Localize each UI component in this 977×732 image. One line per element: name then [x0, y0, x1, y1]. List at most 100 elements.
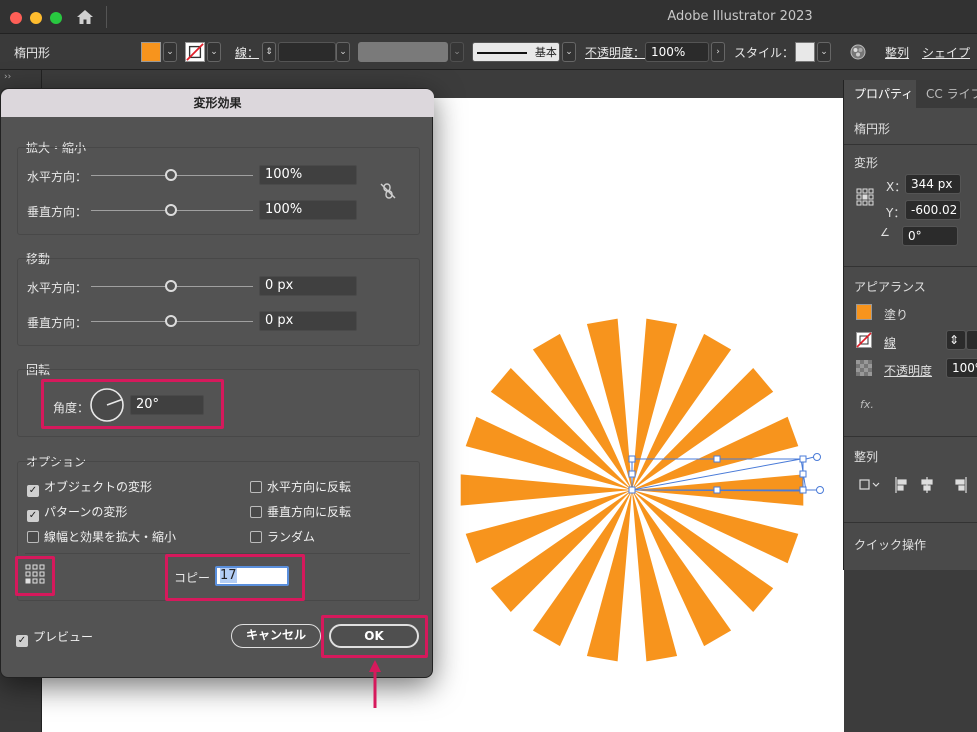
align-buttons[interactable] [858, 476, 977, 494]
appearance-opacity-input[interactable]: 100% [946, 358, 977, 378]
panel-divider [844, 522, 977, 523]
reflect-x-option[interactable]: 水平方向に反転 [250, 478, 351, 495]
transform-objects-checkbox[interactable]: ✓ [27, 485, 39, 497]
tools-collapse-icon[interactable]: ›› [4, 72, 11, 82]
appearance-stroke-label[interactable]: 線 [884, 334, 896, 351]
preview-option[interactable]: ✓ プレビュー [16, 628, 93, 647]
move-horizontal-label: 水平方向： [27, 281, 88, 295]
shape-label[interactable]: シェイプ [922, 44, 970, 61]
transform-objects-label: オブジェクトの変形 [44, 480, 153, 494]
transform-patterns-label: パターンの変形 [44, 505, 128, 519]
move-vertical-label: 垂直方向： [27, 316, 88, 330]
scale-strokes-option[interactable]: 線幅と効果を拡大・縮小 [27, 528, 176, 545]
scale-horizontal-label: 水平方向： [27, 170, 88, 184]
scale-strokes-label: 線幅と効果を拡大・縮小 [44, 530, 177, 544]
appearance-opacity-label[interactable]: 不透明度 [884, 362, 932, 379]
copies-highlight-box [165, 554, 305, 601]
move-group [17, 258, 420, 346]
title-bar: Adobe Illustrator 2023 [0, 0, 977, 34]
opacity-label[interactable]: 不透明度： [585, 44, 645, 61]
selected-object-type: 楕円形 [14, 46, 51, 60]
move-vertical-input[interactable]: 0 px [259, 311, 357, 331]
opacity-checker-icon [856, 360, 872, 376]
scale-group [17, 147, 420, 235]
align-label[interactable]: 整列 [885, 44, 909, 61]
rotate-angle-icon: ∠ [880, 226, 890, 239]
stroke-dropdown[interactable]: ⌄ [207, 42, 221, 62]
fill-swatch[interactable] [141, 42, 161, 62]
minimize-window-button[interactable] [30, 12, 42, 24]
appearance-stroke-input[interactable] [966, 330, 977, 350]
style-label: スタイル： [734, 46, 795, 60]
cancel-button[interactable]: キャンセル [231, 624, 321, 648]
y-position-input[interactable]: -600.02 [905, 200, 961, 220]
move-vertical-slider-knob[interactable] [165, 315, 177, 327]
reflect-y-option[interactable]: 垂直方向に反転 [250, 503, 351, 520]
stroke-label: 線： [235, 46, 260, 60]
properties-panel: プロパティ CC ライブ 楕円形 変形 X： 344 px Y： -600.02… [843, 80, 977, 570]
y-label: Y： [886, 206, 906, 220]
app-title: Adobe Illustrator 2023 [667, 9, 813, 24]
move-horizontal-input[interactable]: 0 px [259, 276, 357, 296]
recolor-artwork-icon[interactable] [850, 44, 866, 60]
appearance-fill-swatch[interactable] [856, 304, 872, 320]
reflect-x-checkbox[interactable] [250, 481, 262, 493]
home-icon[interactable] [76, 9, 94, 25]
reference-point-highlight-box [15, 556, 55, 596]
sunburst-ray[interactable] [586, 318, 632, 490]
appearance-stroke-swatch[interactable] [856, 332, 872, 348]
random-label: ランダム [267, 530, 316, 544]
properties-object-type: 楕円形 [854, 122, 891, 136]
random-checkbox[interactable] [250, 531, 262, 543]
transform-section-label: 変形 [854, 156, 879, 170]
appearance-fill-label: 塗り [884, 308, 909, 322]
preview-checkbox[interactable]: ✓ [16, 635, 28, 647]
brush-definition[interactable]: 基本 [472, 42, 560, 62]
corner-widgets[interactable] [805, 453, 824, 494]
random-option[interactable]: ランダム [250, 528, 315, 545]
sunburst-ray[interactable] [632, 318, 678, 490]
brush-label: 基本 [534, 46, 557, 59]
panel-divider [844, 436, 977, 437]
dialog-title: 変形効果 [1, 89, 434, 117]
scale-vertical-input[interactable]: 100% [259, 200, 357, 220]
transform-patterns-option[interactable]: ✓ パターンの変形 [27, 503, 127, 522]
scale-strokes-checkbox[interactable] [27, 531, 39, 543]
rotate-angle-input[interactable]: 0° [902, 226, 958, 246]
opacity-input[interactable]: 100% [645, 42, 709, 62]
sunburst-ray[interactable] [632, 490, 678, 662]
stroke-weight-stepper[interactable]: ⇕ [262, 42, 276, 62]
stroke-weight-dropdown[interactable]: ⌄ [336, 42, 350, 62]
scale-horizontal-slider-knob[interactable] [165, 169, 177, 181]
scale-horizontal-input[interactable]: 100% [259, 165, 357, 185]
quick-actions-label: クイック操作 [854, 538, 927, 552]
stroke-weight-input[interactable] [278, 42, 336, 62]
tab-properties[interactable]: プロパティ [844, 80, 916, 108]
opacity-flyout[interactable]: › [711, 42, 725, 62]
x-position-input[interactable]: 344 px [905, 174, 961, 194]
stroke-none-swatch[interactable] [185, 42, 205, 62]
variable-width-profile[interactable] [358, 42, 448, 62]
fx-icon[interactable]: fx. [860, 398, 874, 411]
reflect-y-checkbox[interactable] [250, 506, 262, 518]
reflect-x-label: 水平方向に反転 [267, 480, 352, 494]
transform-objects-option[interactable]: ✓ オブジェクトの変形 [27, 478, 152, 497]
transform-patterns-checkbox[interactable]: ✓ [27, 510, 39, 522]
brush-dropdown[interactable]: ⌄ [562, 42, 576, 62]
move-horizontal-slider-knob[interactable] [165, 280, 177, 292]
reference-point-icon[interactable] [856, 188, 874, 206]
close-window-button[interactable] [10, 12, 22, 24]
unlink-constrain-icon[interactable] [379, 182, 397, 200]
graphic-style-swatch[interactable] [795, 42, 815, 62]
graphic-style-dropdown[interactable]: ⌄ [817, 42, 831, 62]
variable-width-dropdown[interactable]: ⌄ [450, 42, 464, 62]
appearance-stroke-stepper[interactable]: ⇕ [946, 330, 966, 350]
zoom-window-button[interactable] [50, 12, 62, 24]
chevron-down-icon [872, 482, 880, 487]
scale-vertical-slider-knob[interactable] [165, 204, 177, 216]
ok-highlight-box [321, 615, 428, 658]
fill-dropdown[interactable]: ⌄ [163, 42, 177, 62]
align-section-label: 整列 [854, 450, 879, 464]
tab-cc-libraries[interactable]: CC ライブ [926, 80, 977, 108]
sunburst-ray[interactable] [586, 490, 632, 662]
